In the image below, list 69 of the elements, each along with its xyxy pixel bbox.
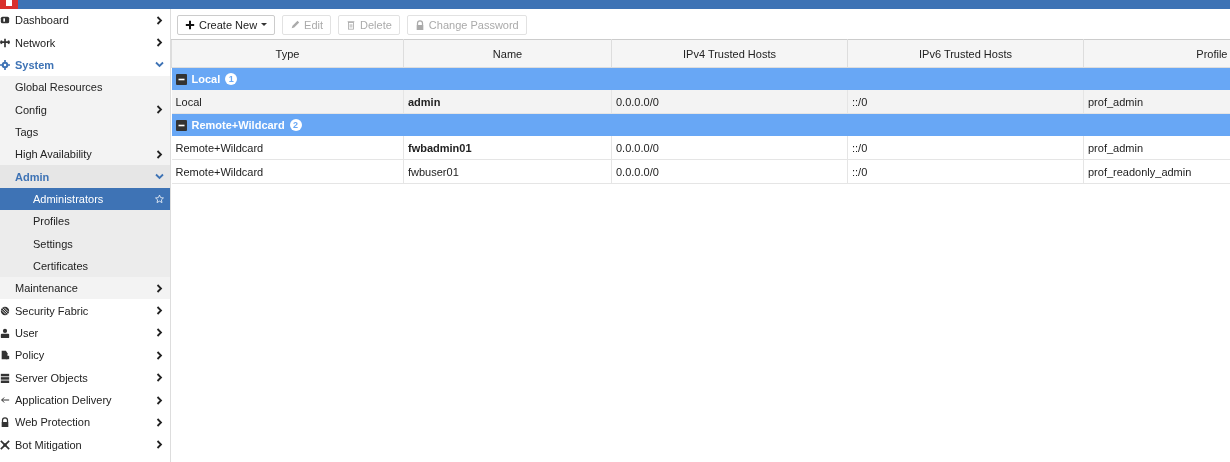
network-icon <box>0 37 10 48</box>
gear-icon <box>0 59 10 70</box>
trash-icon <box>346 20 357 30</box>
plus-icon <box>185 20 195 30</box>
lock-icon <box>414 20 425 30</box>
chevron-down-icon <box>155 61 164 69</box>
dashboard-icon <box>0 15 10 26</box>
pencil-icon <box>290 20 301 30</box>
group-label: Remote+Wildcard <box>191 119 285 131</box>
chevron-right-icon <box>156 149 163 159</box>
table-cell: 0.0.0.0/0 <box>611 90 848 114</box>
chevron-right-icon <box>156 283 163 293</box>
chevron-down-icon <box>155 173 164 181</box>
chevron-right-icon <box>156 417 163 427</box>
chevron-right-icon <box>156 328 163 338</box>
column-header[interactable]: Profile <box>1083 39 1230 68</box>
table-cell: fwbadmin01 <box>403 136 612 160</box>
collapse-icon[interactable] <box>175 73 187 85</box>
chevron-right-icon <box>156 440 163 450</box>
cross-icon <box>0 439 10 450</box>
table-cell: ::/0 <box>847 136 1084 160</box>
sidebar-item[interactable]: Maintenance <box>0 277 170 300</box>
chevron-right-icon <box>156 38 163 47</box>
sidebar-item[interactable]: Admin <box>0 165 170 188</box>
arrow-icon <box>0 395 10 405</box>
chevron-right-icon <box>156 350 163 360</box>
user-icon <box>0 328 10 338</box>
group-label: Local <box>191 73 221 85</box>
sidebar-item[interactable]: Tags <box>0 120 170 144</box>
table-cell: 0.0.0.0/0 <box>611 136 848 160</box>
table-cell: 0.0.0.0/0 <box>611 159 848 184</box>
table-cell: prof_admin <box>1083 136 1230 160</box>
table-row[interactable]: Local admin 0.0.0.0/0 ::/0 prof_admin <box>171 90 1230 114</box>
sidebar-item[interactable]: Administrators <box>0 187 170 211</box>
table-row[interactable]: Remote+Wildcard fwbadmin01 0.0.0.0/0 ::/0 prof_admin <box>171 136 1230 160</box>
sidebar-item[interactable]: Profiles <box>0 210 170 233</box>
sidebar-item[interactable]: Global Resources <box>0 76 170 99</box>
sidebar-item[interactable]: High Availability <box>0 143 170 166</box>
table-cell: Remote+Wildcard <box>171 159 404 184</box>
table-cell: ::/0 <box>847 90 1084 114</box>
chevron-right-icon <box>156 373 163 383</box>
count-badge: 2 <box>289 119 302 131</box>
table-row[interactable]: Remote+Wildcard fwbuser01 0.0.0.0/0 ::/0 prof_readonly_admin <box>171 159 1230 184</box>
sidebar-item[interactable]: Config <box>0 98 170 121</box>
column-header[interactable]: IPv4 Trusted Hosts <box>611 39 848 68</box>
column-header[interactable]: Type <box>171 39 404 68</box>
sidebar-item[interactable]: Settings <box>0 232 170 255</box>
server-icon <box>0 372 10 383</box>
chevron-right-icon <box>156 306 163 316</box>
table-cell: ::/0 <box>847 159 1084 184</box>
sidebar-item[interactable]: Certificates <box>0 254 170 278</box>
star-icon[interactable] <box>155 192 164 205</box>
table-cell: Local <box>171 90 404 114</box>
table-cell: prof_readonly_admin <box>1083 159 1230 184</box>
table-cell: prof_admin <box>1083 90 1230 114</box>
lock-icon <box>0 417 10 428</box>
chevron-right-icon <box>156 15 163 25</box>
collapse-icon[interactable] <box>175 119 187 131</box>
column-header[interactable]: Name <box>403 39 612 68</box>
count-badge: 1 <box>225 73 238 85</box>
toolbar-button[interactable]: Create New <box>177 15 276 35</box>
document-icon <box>0 350 10 361</box>
table-cell: fwbuser01 <box>403 159 612 184</box>
chevron-right-icon <box>156 105 163 115</box>
column-header[interactable]: IPv6 Trusted Hosts <box>847 39 1084 68</box>
chevron-right-icon <box>156 395 163 405</box>
table-cell: admin <box>403 90 612 114</box>
table-cell: Remote+Wildcard <box>171 136 404 160</box>
logo-icon <box>0 0 18 9</box>
